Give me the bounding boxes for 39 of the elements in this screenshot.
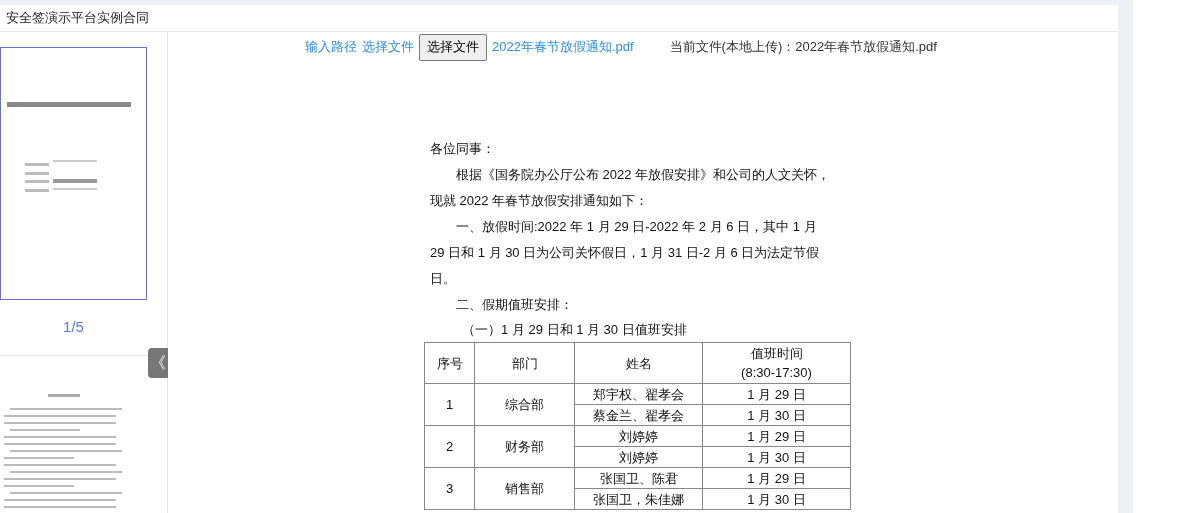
table-cell: 蔡金兰、翟孝会	[574, 404, 703, 426]
document-text: 现就 2022 年春节放假安排通知如下：	[430, 192, 649, 210]
table-cell: 张国卫、陈君	[574, 467, 703, 489]
table-header: 姓名	[574, 342, 703, 384]
document-text: 各位同事：	[430, 140, 495, 158]
table-header: 部门	[474, 342, 575, 384]
table-cell: 1	[424, 383, 475, 426]
table-cell: 1 月 29 日	[702, 383, 851, 405]
table-cell: 1 月 30 日	[702, 446, 851, 468]
document-text: 一、放假时间:2022 年 1 月 29 日-2022 年 2 月 6 日，其中 1 月	[455, 218, 817, 236]
table-cell: 3	[424, 467, 475, 510]
document-text: 29 日和 1 月 30 日为公司关怀假日，1 月 31 日-2 月 6 日为法定节假	[430, 244, 820, 262]
collapse-button[interactable]: 《	[148, 348, 168, 378]
document-text: 根据《国务院办公厅公布 2022 年放假安排》和公司的人文关怀，	[455, 166, 831, 184]
table-cell: 2	[424, 425, 475, 468]
table-cell: 1 月 30 日	[702, 404, 851, 426]
table-cell: 1 月 29 日	[702, 425, 851, 447]
table-cell: 张国卫，朱佳娜	[574, 488, 703, 510]
file-link[interactable]: 2022年春节放假通知.pdf	[492, 37, 634, 57]
table-cell: 销售部	[474, 467, 575, 510]
table-header: 序号	[424, 342, 475, 384]
page-number: 1/5	[62, 317, 85, 337]
document-text: 日。	[430, 270, 456, 288]
current-file-label: 当前文件(本地上传)：2022年春节放假通知.pdf	[669, 38, 937, 57]
page-title: 安全签演示平台实例合同	[6, 9, 149, 28]
page-thumbnail[interactable]	[0, 47, 147, 300]
table-caption: （一）1 月 29 日和 1 月 30 日值班安排	[461, 321, 687, 339]
table-cell: 综合部	[474, 383, 575, 426]
document-text: 二、假期值班安排：	[455, 296, 573, 314]
table-cell: 郑宇权、翟孝会	[574, 383, 703, 405]
table-cell: 财务部	[474, 425, 575, 468]
choose-file-button[interactable]: 选择文件	[419, 33, 487, 61]
toolbar-link[interactable]: 输入路径	[305, 37, 357, 57]
table-cell: 刘婷婷	[574, 446, 703, 468]
toolbar-link[interactable]: 选择文件	[362, 37, 414, 57]
table-header: 值班时间 (8:30-17:30)	[702, 342, 851, 384]
table-cell: 刘婷婷	[574, 425, 703, 447]
table-cell: 1 月 30 日	[702, 488, 851, 510]
table-cell: 1 月 29 日	[702, 467, 851, 489]
